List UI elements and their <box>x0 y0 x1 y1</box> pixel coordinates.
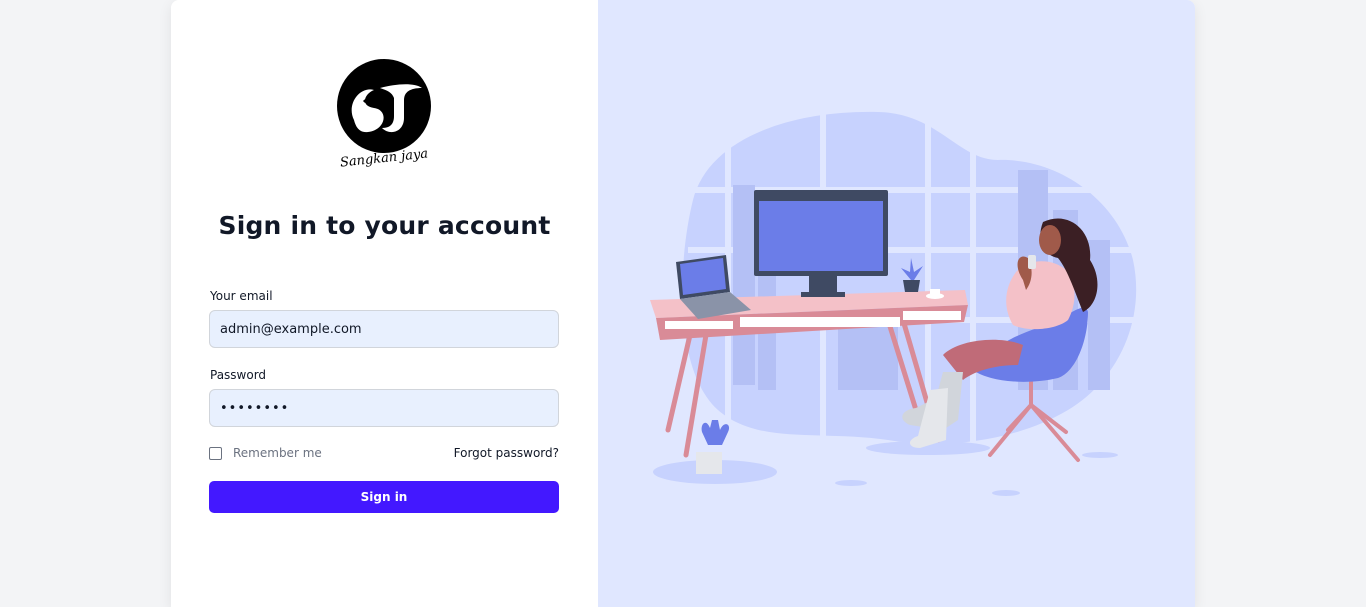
password-field[interactable] <box>209 389 559 427</box>
login-form-panel: Sangkan jaya Sign in to your account You… <box>171 0 598 607</box>
forgot-password-link[interactable]: Forgot password? <box>454 446 559 460</box>
email-field[interactable] <box>209 310 559 348</box>
remember-me[interactable]: Remember me <box>209 446 322 460</box>
password-label: Password <box>210 368 267 382</box>
email-label: Your email <box>210 289 273 303</box>
remember-me-checkbox[interactable] <box>209 446 222 460</box>
page-title: Sign in to your account <box>218 211 551 240</box>
office-desk-illustration <box>650 105 1138 496</box>
login-card: Sangkan jaya Sign in to your account You… <box>171 0 1195 607</box>
remember-me-label: Remember me <box>233 446 322 460</box>
illustration-panel <box>598 0 1195 607</box>
sign-in-button[interactable]: Sign in <box>209 481 559 513</box>
sangkan-jaya-logo-icon: Sangkan jaya <box>337 59 431 170</box>
